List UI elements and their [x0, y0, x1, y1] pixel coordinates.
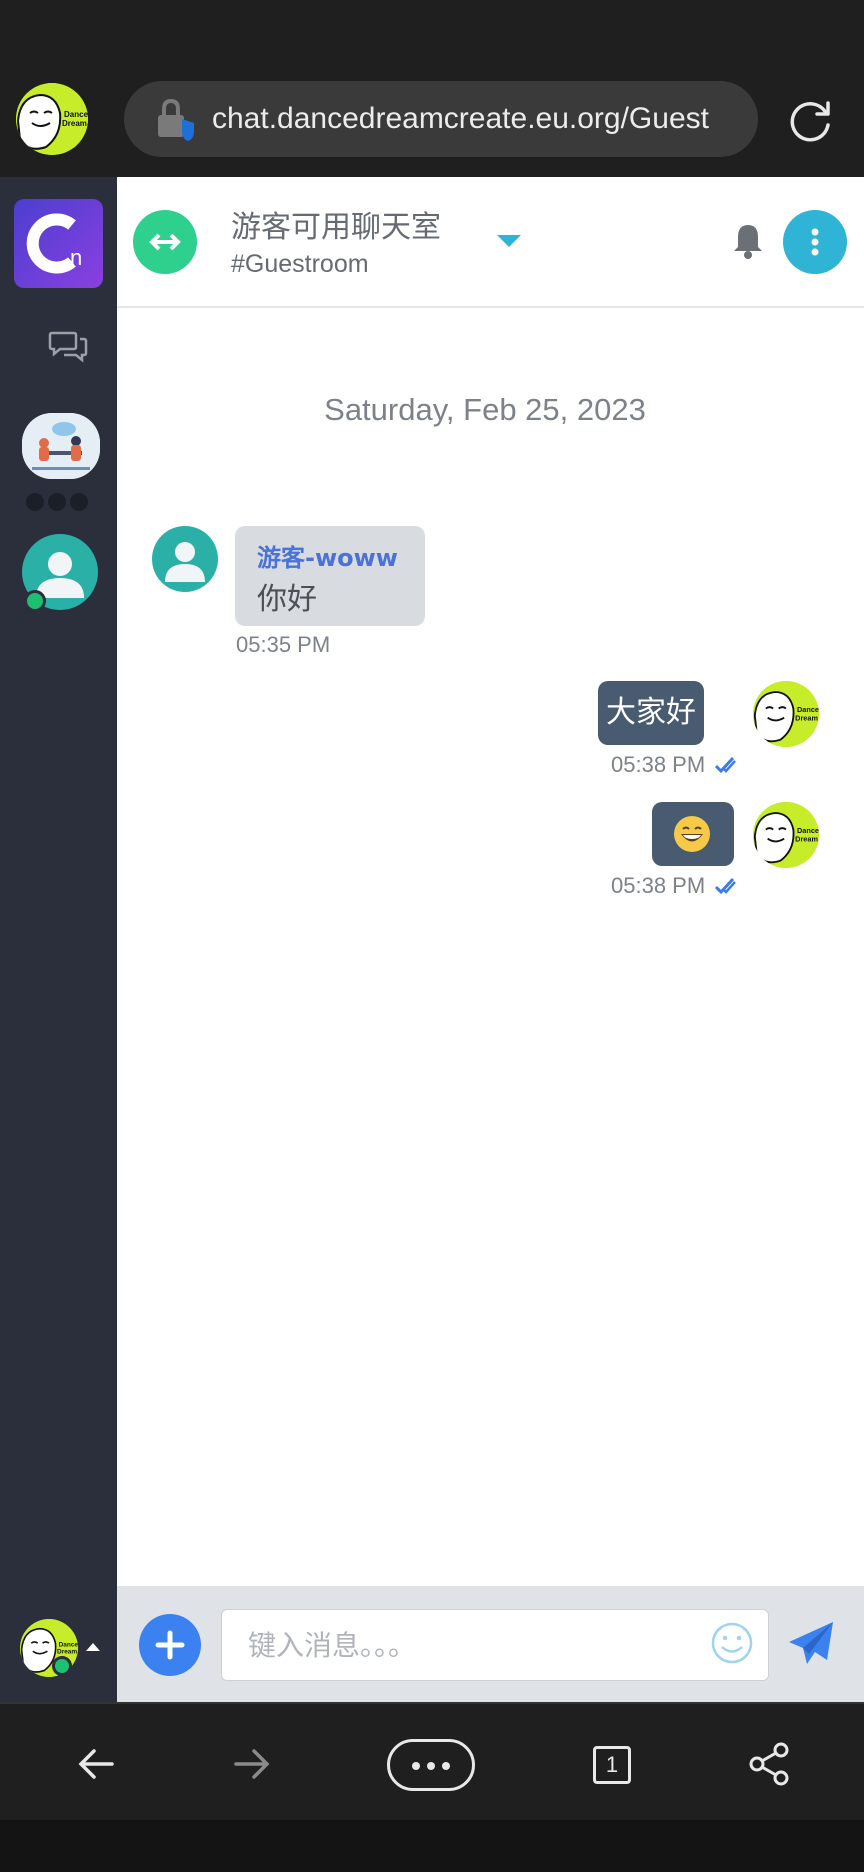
room-menu-button[interactable] — [783, 210, 847, 274]
read-check-icon — [714, 877, 736, 895]
message-composer — [117, 1586, 864, 1702]
read-check-icon — [714, 756, 736, 774]
outgoing-message[interactable]: 大家好 — [598, 681, 704, 745]
reload-icon[interactable] — [788, 99, 834, 145]
current-user-panel[interactable]: Dance Dream — [0, 1586, 117, 1702]
svg-text:Dream: Dream — [795, 713, 818, 722]
expand-horizontal-icon — [149, 233, 181, 251]
url-bar[interactable]: chat.dancedreamcreate.eu.org/Guest — [124, 81, 758, 157]
outgoing-message[interactable] — [652, 802, 734, 866]
online-status-dot — [52, 1656, 72, 1676]
message-time: 05:38 PM — [611, 873, 706, 898]
secure-lock-icon — [158, 98, 194, 141]
message-text: 你好 — [257, 582, 317, 617]
more-rooms-indicator — [26, 493, 96, 513]
app-logo[interactable]: n — [14, 199, 103, 288]
my-avatar[interactable]: Dance Dream — [753, 802, 819, 868]
profile-avatar[interactable]: Dance Dream — [16, 83, 88, 155]
message-input[interactable] — [221, 1609, 769, 1681]
attach-button[interactable] — [139, 1614, 201, 1676]
user-silhouette-icon — [165, 542, 205, 582]
people-meeting-illustration-icon — [22, 413, 100, 479]
room-header: 游客可用聊天室 #Guestroom — [117, 177, 864, 308]
message-time: 05:38 PM — [611, 752, 706, 777]
dancedream-logo-icon: Dance Dream — [16, 83, 88, 155]
room-title: 游客可用聊天室 — [231, 210, 441, 245]
send-icon[interactable] — [785, 1618, 837, 1670]
room-dropdown-caret-icon[interactable] — [497, 235, 521, 247]
room-subtitle: #Guestroom — [231, 250, 369, 278]
back-arrow-icon[interactable] — [72, 1740, 120, 1788]
url-text: chat.dancedreamcreate.eu.org/Guest — [212, 102, 709, 135]
online-status-dot — [24, 590, 46, 612]
svg-text:Dream: Dream — [62, 119, 87, 128]
svg-text:Dream: Dream — [795, 834, 818, 843]
emoji-picker-icon[interactable] — [710, 1621, 754, 1665]
message-time: 05:35 PM — [236, 632, 331, 657]
message-text: 大家好 — [606, 695, 696, 730]
plus-icon — [155, 1630, 185, 1660]
date-divider: Saturday, Feb 25, 2023 — [324, 392, 646, 427]
dancedream-logo-icon: Dance Dream — [753, 802, 819, 868]
more-menu-button[interactable] — [387, 1739, 475, 1791]
sender-name[interactable]: 游客-woww — [257, 538, 398, 573]
sidebar: n — [0, 177, 117, 1702]
my-avatar[interactable]: Dance Dream — [753, 681, 819, 747]
chat-bubbles-icon[interactable] — [48, 329, 88, 363]
room-thumbnail[interactable] — [22, 413, 100, 479]
incoming-message[interactable]: 游客-woww 你好 — [235, 526, 425, 626]
tab-switcher-button[interactable]: 1 — [593, 1746, 631, 1784]
svg-text:Dance: Dance — [64, 110, 88, 119]
caret-up-icon[interactable] — [86, 1643, 100, 1651]
grinning-face-emoji-icon — [674, 816, 710, 852]
vertical-dots-icon — [811, 228, 819, 256]
expand-toggle-button[interactable] — [133, 210, 197, 274]
app-logo-icon: n — [26, 213, 82, 274]
dancedream-logo-icon: Dance Dream — [753, 681, 819, 747]
system-navigation-bar — [0, 1820, 864, 1872]
chat-messages-area: Saturday, Feb 25, 2023 游客-woww 你好 05:35 … — [117, 308, 864, 1586]
svg-text:Dance: Dance — [59, 1641, 78, 1648]
forward-arrow-icon[interactable] — [228, 1740, 276, 1788]
browser-bottom-bar: 1 — [0, 1702, 864, 1820]
browser-top-bar: Dance Dream chat.dancedreamcreate.eu.org… — [0, 0, 864, 177]
svg-text:Dream: Dream — [57, 1649, 77, 1656]
share-icon[interactable] — [745, 1740, 793, 1788]
svg-text:n: n — [70, 245, 82, 270]
sender-avatar[interactable] — [152, 526, 218, 592]
notification-bell-icon[interactable] — [730, 221, 766, 261]
